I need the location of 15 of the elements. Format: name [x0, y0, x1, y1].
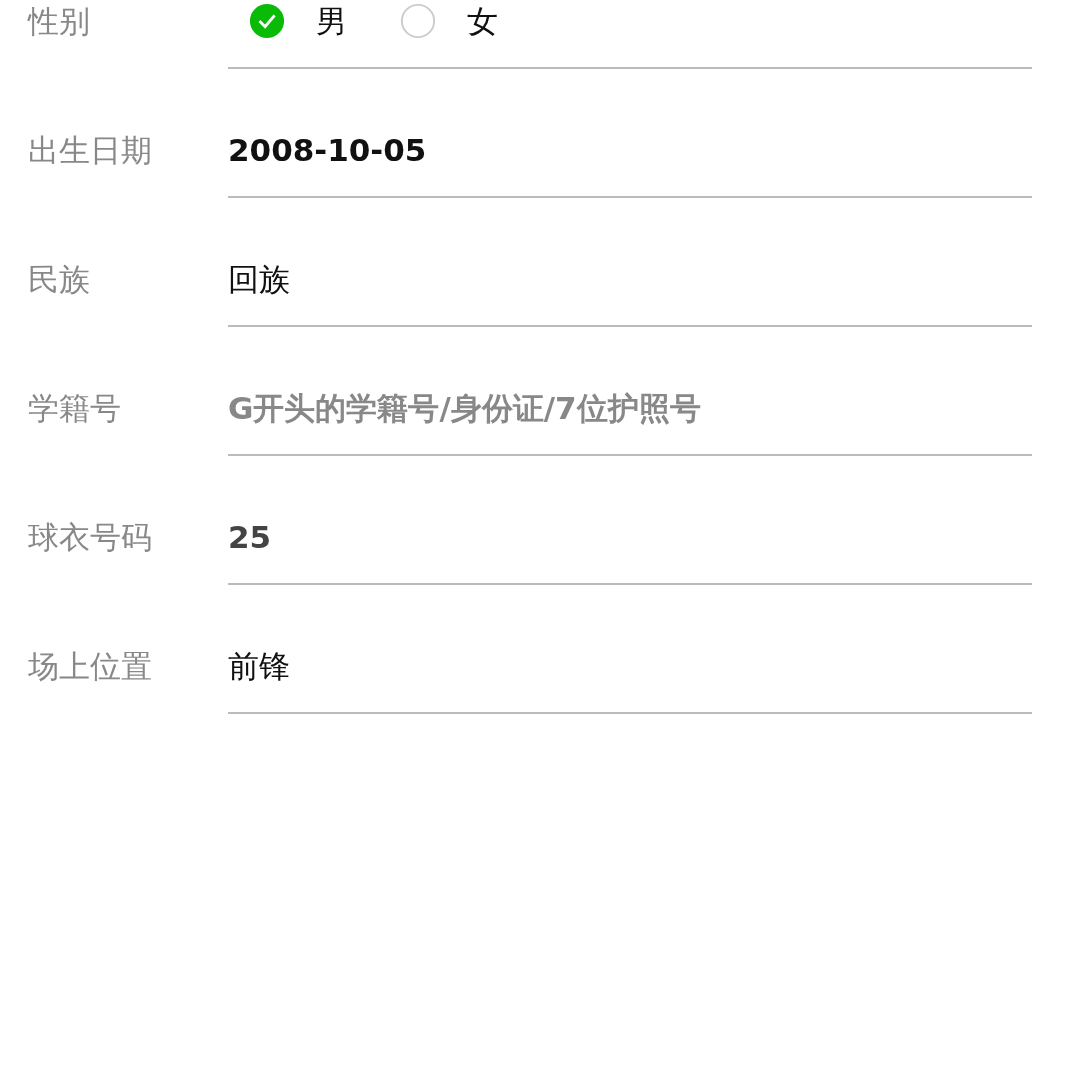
date-value[interactable]: 2008-10-05 — [228, 130, 427, 170]
field-label: 性别 — [26, 2, 91, 41]
field-label: 场上位置 — [27, 647, 153, 686]
input-field[interactable]: 25 — [228, 517, 1032, 557]
radio-label[interactable]: 男 — [316, 1, 347, 41]
field-label: 民族 — [27, 260, 91, 299]
select-value[interactable]: 前锋 — [228, 646, 290, 686]
radio-unchecked-icon[interactable] — [399, 2, 437, 40]
input-field[interactable]: G开头的学籍号/身份证/7位护照号 — [228, 388, 1032, 428]
select-value[interactable]: 回族 — [228, 259, 290, 299]
radio-label[interactable]: 女 — [467, 1, 498, 41]
field-label: 出生日期 — [27, 131, 153, 170]
field-label: 学籍号 — [27, 389, 122, 428]
radio-checked-icon[interactable] — [248, 2, 286, 40]
field-label: 球衣号码 — [27, 518, 153, 557]
